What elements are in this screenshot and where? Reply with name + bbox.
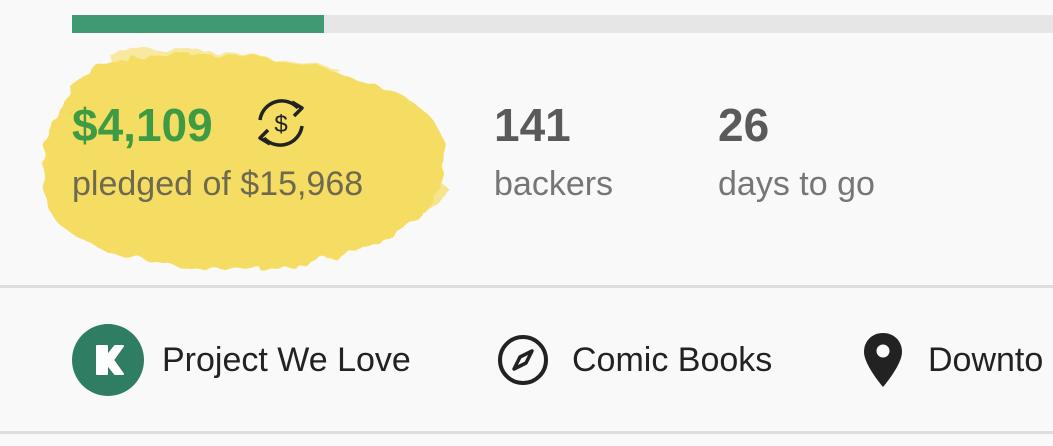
backers-label: backers bbox=[494, 165, 614, 203]
svg-text:$: $ bbox=[274, 111, 287, 138]
days-remaining-count: 26 bbox=[718, 99, 770, 151]
pledged-amount: $4,109 bbox=[72, 99, 213, 151]
tag-label: Comic Books bbox=[572, 341, 773, 379]
currency-conversion-icon[interactable]: $ bbox=[248, 94, 314, 152]
funding-progress-bar bbox=[72, 15, 1053, 33]
backers-count: 141 bbox=[494, 99, 571, 151]
section-divider bbox=[0, 285, 1053, 288]
funding-progress-fill bbox=[72, 15, 325, 33]
compass-icon bbox=[498, 335, 548, 385]
kickstarter-k-icon bbox=[72, 324, 144, 396]
tag-location[interactable]: Downto bbox=[862, 325, 1043, 395]
tag-project-we-love[interactable]: Project We Love bbox=[72, 324, 411, 396]
tag-label: Project We Love bbox=[162, 341, 411, 379]
days-remaining-label: days to go bbox=[718, 165, 875, 203]
tag-comic-books[interactable]: Comic Books bbox=[496, 325, 772, 395]
location-pin-icon bbox=[864, 333, 902, 387]
section-divider bbox=[0, 431, 1053, 434]
highlighter-annotation bbox=[40, 49, 450, 269]
tag-label: Downto bbox=[928, 341, 1044, 379]
pledged-goal-label: pledged of $15,968 bbox=[72, 165, 364, 203]
